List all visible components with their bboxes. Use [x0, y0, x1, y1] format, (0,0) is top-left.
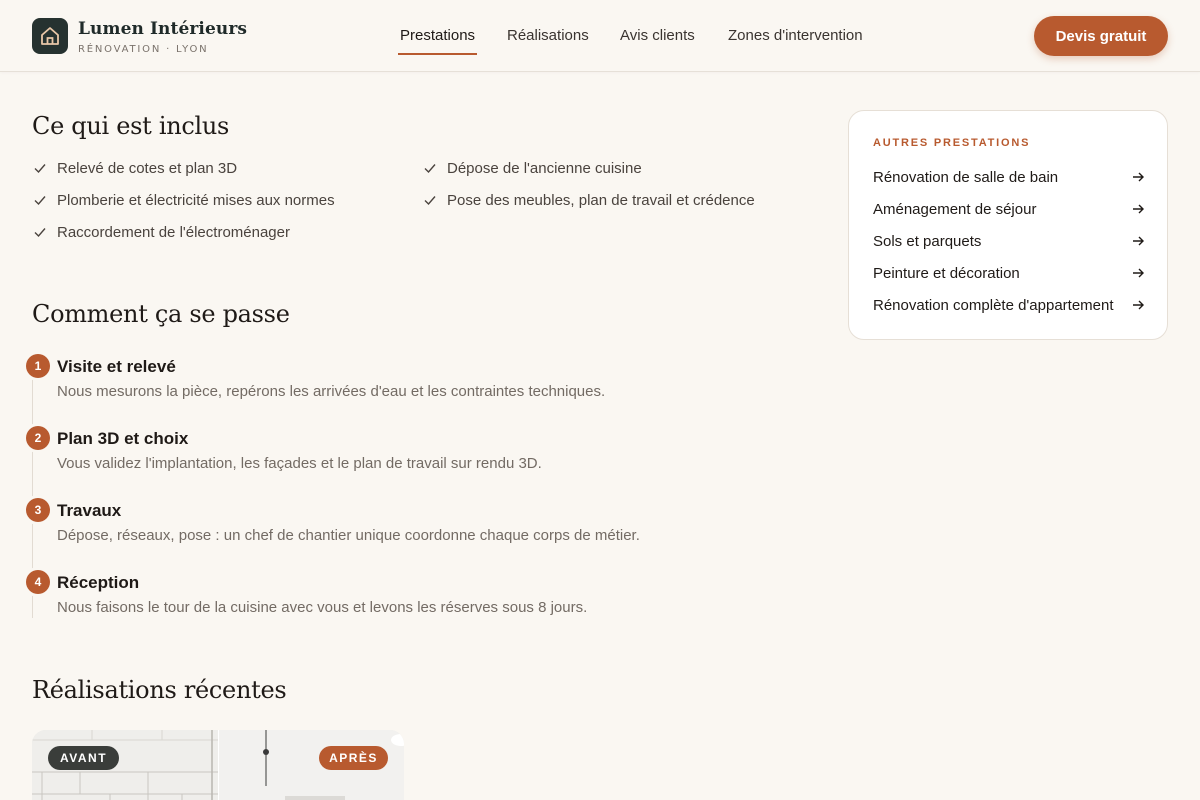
- arrow-right-icon: [1133, 300, 1144, 310]
- included-item-label: Plomberie et électricité mises aux norme…: [57, 191, 335, 209]
- included-item-label: Raccordement de l'électroménager: [57, 223, 290, 241]
- step-title: Plan 3D et choix: [57, 429, 189, 448]
- before-badge: AVANT: [48, 746, 119, 770]
- nav-active-indicator: [398, 53, 477, 55]
- process-title: Comment ça se passe: [32, 300, 290, 328]
- included-item: Dépose de l'ancienne cuisine: [423, 158, 642, 178]
- included-item: Plomberie et électricité mises aux norme…: [33, 190, 335, 210]
- nav-item-zones-intervention[interactable]: Zones d'intervention: [728, 27, 863, 44]
- service-link-bathroom[interactable]: Rénovation de salle de bain: [873, 166, 1145, 188]
- step-description: Vous validez l'implantation, les façades…: [57, 455, 542, 472]
- service-link-label: Rénovation de salle de bain: [873, 168, 1059, 186]
- after-badge: APRÈS: [319, 746, 388, 770]
- included-item-label: Pose des meubles, plan de travail et cré…: [447, 191, 755, 209]
- check-icon: [424, 196, 436, 206]
- arrow-right-icon: [1133, 204, 1144, 214]
- included-item-label: Dépose de l'ancienne cuisine: [447, 159, 642, 177]
- recent-works-title: Réalisations récentes: [32, 676, 287, 704]
- step-description: Nous mesurons la pièce, repérons les arr…: [57, 383, 606, 400]
- arrow-right-icon: [1133, 172, 1144, 182]
- service-link-painting[interactable]: Peinture et décoration: [873, 262, 1145, 284]
- site-header: Lumen Intérieurs RÉNOVATION · LYON Prest…: [0, 0, 1200, 72]
- service-link-living-room[interactable]: Aménagement de séjour: [873, 198, 1145, 220]
- step-number: 2: [26, 426, 50, 450]
- step-number: 1: [26, 354, 50, 378]
- service-link-full-renovation[interactable]: Rénovation complète d'appartement: [873, 294, 1145, 316]
- nav-item-realisations[interactable]: Réalisations: [507, 27, 589, 44]
- check-icon: [34, 164, 46, 174]
- step-description: Nous faisons le tour de la cuisine avec …: [57, 599, 588, 616]
- service-link-label: Sols et parquets: [873, 232, 982, 250]
- service-link-label: Aménagement de séjour: [873, 200, 1037, 218]
- arrow-right-icon: [1133, 236, 1144, 246]
- included-item: Pose des meubles, plan de travail et cré…: [423, 190, 755, 210]
- check-icon: [34, 228, 46, 238]
- step-title: Travaux: [57, 501, 122, 520]
- before-after-slider[interactable]: AVANT APRÈS: [32, 730, 404, 800]
- main-nav: Prestations Réalisations Avis clients Zo…: [0, 27, 1200, 57]
- step-number: 4: [26, 570, 50, 594]
- nav-item-prestations[interactable]: Prestations: [400, 27, 475, 44]
- check-icon: [34, 196, 46, 206]
- service-link-floors[interactable]: Sols et parquets: [873, 230, 1145, 252]
- step-number: 3: [26, 498, 50, 522]
- service-link-label: Rénovation complète d'appartement: [873, 296, 1114, 314]
- included-item: Raccordement de l'électroménager: [33, 222, 290, 242]
- free-quote-button[interactable]: Devis gratuit: [1034, 16, 1168, 56]
- step-description: Dépose, réseaux, pose : un chef de chant…: [57, 527, 640, 544]
- included-title: Ce qui est inclus: [32, 112, 230, 140]
- included-item: Relevé de cotes et plan 3D: [33, 158, 237, 178]
- arrow-right-icon: [1133, 268, 1144, 278]
- check-icon: [424, 164, 436, 174]
- other-services-title: AUTRES PRESTATIONS: [873, 137, 1031, 149]
- step-title: Réception: [57, 573, 140, 592]
- step-title: Visite et relevé: [57, 357, 176, 376]
- other-services-card: AUTRES PRESTATIONS Rénovation de salle d…: [848, 110, 1168, 340]
- included-item-label: Relevé de cotes et plan 3D: [57, 159, 238, 177]
- nav-item-avis-clients[interactable]: Avis clients: [620, 27, 695, 44]
- service-link-label: Peinture et décoration: [873, 264, 1020, 282]
